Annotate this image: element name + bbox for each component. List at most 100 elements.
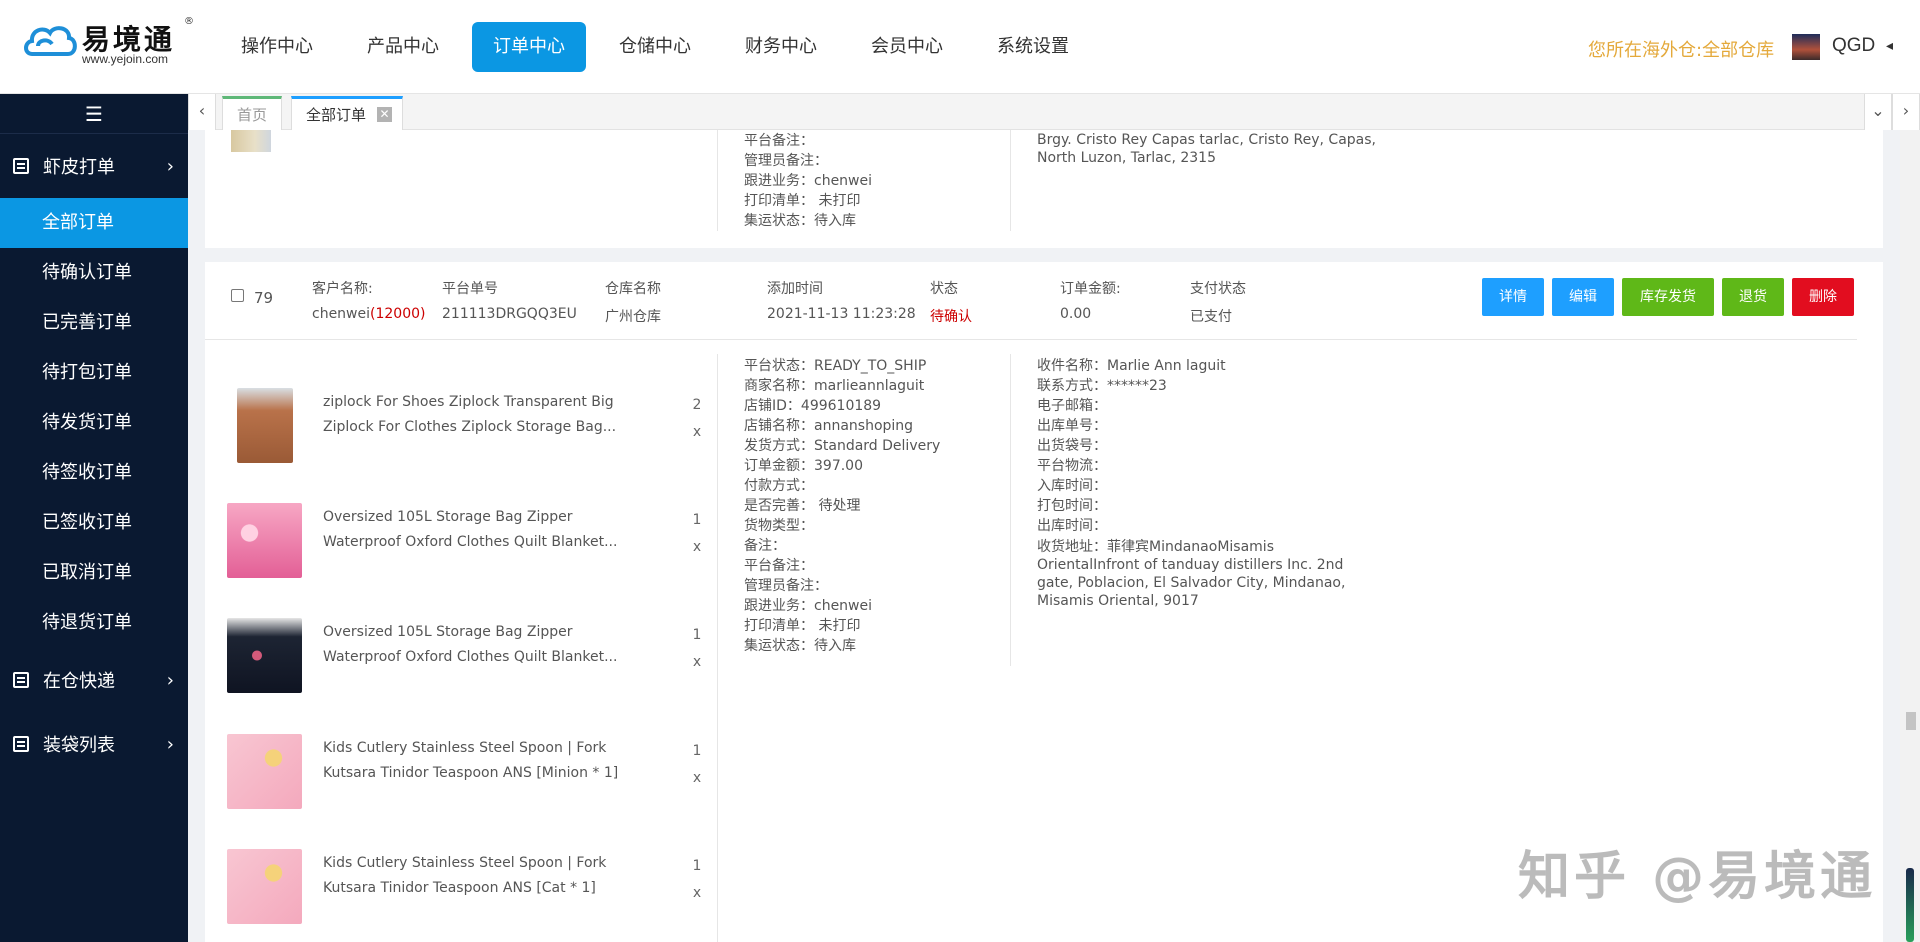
tab-scroll-right-icon[interactable]: › bbox=[1892, 94, 1920, 130]
watermark: 知乎 @易境通 bbox=[1518, 847, 1877, 907]
nav-member-center[interactable]: 会员中心 bbox=[850, 22, 964, 72]
top-header: 易境通 ® www.yejoin.com 操作中心 产品中心 订单中心 仓储中心… bbox=[0, 0, 1920, 94]
product-name[interactable]: ziplock For Shoes Ziplock Transparent Bi… bbox=[323, 390, 623, 440]
amount-value: 0.00 bbox=[1060, 306, 1092, 322]
tab-scroll-left-icon[interactable]: ‹ bbox=[188, 94, 216, 130]
sidebar-item-completed[interactable]: 已完善订单 bbox=[0, 298, 188, 348]
divider bbox=[205, 339, 1857, 340]
platform-no-header: 平台单号 bbox=[442, 281, 498, 297]
bag-no: 出货袋号： bbox=[1037, 438, 1107, 454]
status-badge: 待确认 bbox=[930, 309, 972, 325]
warehouse-header: 仓库名称 bbox=[605, 281, 661, 297]
customer-header: 客户名称: bbox=[312, 281, 373, 297]
nav-system-settings[interactable]: 系统设置 bbox=[976, 22, 1090, 72]
divider bbox=[1010, 130, 1011, 231]
sidebar-item-pending-ship[interactable]: 待发货订单 bbox=[0, 398, 188, 448]
product-image bbox=[237, 388, 293, 463]
current-warehouse-info[interactable]: 您所在海外仓:全部仓库 bbox=[1588, 36, 1774, 62]
inbound-time: 入库时间： bbox=[1037, 478, 1107, 494]
payment-method: 付款方式： bbox=[744, 478, 814, 494]
user-name[interactable]: QGD bbox=[1832, 35, 1875, 57]
sidebar-group-shopee-print[interactable]: 虾皮打单 › bbox=[0, 134, 188, 198]
close-icon[interactable]: ✕ bbox=[377, 107, 393, 122]
product-name[interactable]: Oversized 105L Storage Bag Zipper Waterp… bbox=[323, 620, 623, 670]
product-image bbox=[227, 734, 302, 809]
nav-operation-center[interactable]: 操作中心 bbox=[220, 22, 334, 72]
tab-dropdown-icon[interactable]: ⌄ bbox=[1864, 94, 1892, 130]
shipping-address: Brgy. Cristo Rey Capas tarlac, Cristo Re… bbox=[1037, 132, 1376, 166]
product-image bbox=[227, 618, 302, 693]
tab-bar: ‹ 首页 全部订单 ✕ ⌄ › bbox=[188, 94, 1920, 130]
return-button[interactable]: 退货 bbox=[1722, 278, 1784, 316]
sidebar-item-all-orders[interactable]: 全部订单 bbox=[0, 198, 188, 248]
scroll-indicator bbox=[1906, 868, 1914, 942]
stock-ship-button[interactable]: 库存发货 bbox=[1622, 278, 1714, 316]
product-name[interactable]: Kids Cutlery Stainless Steel Spoon | For… bbox=[323, 736, 623, 786]
product-row: Kids Cutlery Stainless Steel Spoon | For… bbox=[227, 849, 727, 939]
product-image bbox=[227, 503, 302, 578]
contact: 联系方式：******23 bbox=[1037, 378, 1167, 394]
added-time-header: 添加时间 bbox=[767, 281, 823, 297]
product-name[interactable]: Oversized 105L Storage Bag Zipper Waterp… bbox=[323, 505, 623, 555]
sidebar-group-label: 虾皮打单 bbox=[43, 157, 115, 178]
logo[interactable]: 易境通 ® www.yejoin.com bbox=[22, 16, 197, 68]
edit-button[interactable]: 编辑 bbox=[1552, 278, 1614, 316]
sidebar-item-cancelled[interactable]: 已取消订单 bbox=[0, 548, 188, 598]
multiply-sign: x bbox=[692, 654, 702, 670]
tab-home[interactable]: 首页 bbox=[222, 96, 283, 130]
multiply-sign: x bbox=[692, 539, 702, 555]
chevron-right-icon: › bbox=[166, 155, 174, 177]
shop-id: 店铺ID：499610189 bbox=[744, 398, 882, 414]
multiply-sign: x bbox=[692, 424, 702, 440]
customer-value: chenwei(12000) bbox=[312, 306, 425, 322]
nav-product-center[interactable]: 产品中心 bbox=[346, 22, 460, 72]
order-card-previous: 平台备注： 管理员备注： 跟进业务：chenwei 打印清单： 未打印 集运状态… bbox=[205, 130, 1883, 248]
sidebar-item-received[interactable]: 已签收订单 bbox=[0, 498, 188, 548]
product-row: Kids Cutlery Stainless Steel Spoon | For… bbox=[227, 734, 727, 824]
customer-code: (12000) bbox=[370, 306, 426, 322]
quantity-value: 1 bbox=[692, 512, 702, 528]
nav-warehouse-center[interactable]: 仓储中心 bbox=[598, 22, 712, 72]
sidebar: ☰ 虾皮打单 › 全部订单 待确认订单 已完善订单 待打包订单 待发货订单 待签… bbox=[0, 94, 188, 942]
sidebar-item-pending-return[interactable]: 待退货订单 bbox=[0, 598, 188, 648]
email: 电子邮箱： bbox=[1037, 398, 1107, 414]
product-name[interactable]: Kids Cutlery Stainless Steel Spoon | For… bbox=[323, 851, 623, 901]
list-icon bbox=[13, 158, 29, 174]
delete-button[interactable]: 删除 bbox=[1792, 278, 1854, 316]
shop-name: 店铺名称：annanshoping bbox=[744, 418, 914, 434]
divider bbox=[1010, 354, 1011, 666]
product-quantity: 1x bbox=[687, 507, 707, 561]
menu-toggle-icon[interactable]: ☰ bbox=[0, 94, 188, 134]
cloud-logo-icon bbox=[24, 26, 77, 56]
order-amount: 订单金额：397.00 bbox=[744, 458, 863, 474]
product-quantity: 2x bbox=[687, 392, 707, 446]
caret-left-icon[interactable]: ◂ bbox=[1886, 38, 1893, 54]
platform-no-value[interactable]: 211113DRGQQ3EU bbox=[442, 306, 577, 322]
sidebar-item-pending-receipt[interactable]: 待签收订单 bbox=[0, 448, 188, 498]
scrollbar[interactable] bbox=[1900, 130, 1920, 942]
print-list-status: 打印清单： 未打印 bbox=[744, 618, 861, 634]
cargo-type: 货物类型： bbox=[744, 518, 814, 534]
sidebar-group-in-warehouse-express[interactable]: 在仓快递 › bbox=[0, 648, 188, 712]
scrollbar-thumb[interactable] bbox=[1906, 712, 1916, 730]
platform-remark: 平台备注： bbox=[744, 558, 814, 574]
shipping-address: 收货地址：菲律宾MindanaoMisamis OrientalInfront … bbox=[1037, 539, 1346, 609]
list-icon bbox=[13, 736, 29, 752]
detail-button[interactable]: 详情 bbox=[1482, 278, 1544, 316]
multiply-sign: x bbox=[692, 885, 702, 901]
nav-order-center[interactable]: 订单中心 bbox=[472, 22, 586, 72]
sidebar-item-pending-confirm[interactable]: 待确认订单 bbox=[0, 248, 188, 298]
order-row-number: 79 bbox=[254, 289, 274, 307]
order-checkbox[interactable] bbox=[231, 289, 244, 302]
order-list: 平台备注： 管理员备注： 跟进业务：chenwei 打印清单： 未打印 集运状态… bbox=[205, 130, 1883, 942]
sidebar-group-bag-list[interactable]: 装袋列表 › bbox=[0, 712, 188, 776]
quantity-value: 1 bbox=[692, 743, 702, 759]
sidebar-item-pending-pack[interactable]: 待打包订单 bbox=[0, 348, 188, 398]
tab-all-orders[interactable]: 全部订单 ✕ bbox=[291, 96, 404, 130]
registered-mark: ® bbox=[184, 16, 194, 27]
avatar[interactable] bbox=[1792, 34, 1820, 60]
print-list-status: 打印清单： 未打印 bbox=[744, 193, 861, 209]
sidebar-group-label: 在仓快递 bbox=[43, 671, 115, 692]
list-icon bbox=[13, 672, 29, 688]
nav-finance-center[interactable]: 财务中心 bbox=[724, 22, 838, 72]
